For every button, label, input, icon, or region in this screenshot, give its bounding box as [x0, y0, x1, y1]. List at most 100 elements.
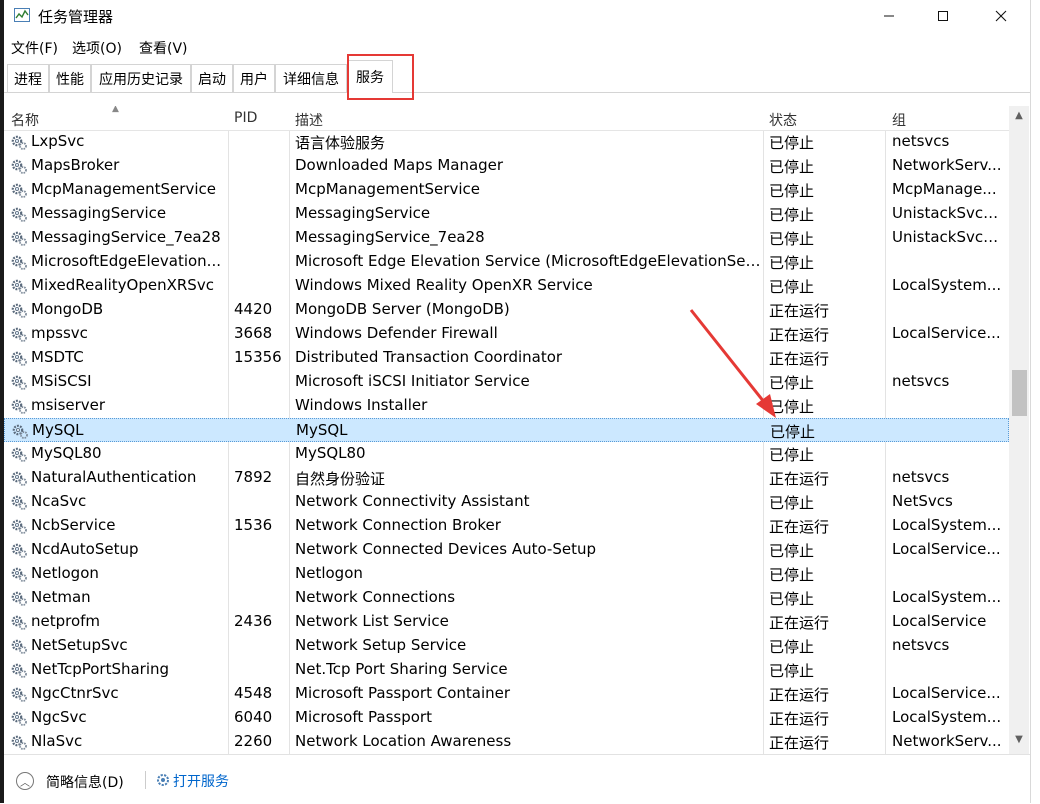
- service-name: MicrosoftEdgeElevation...: [31, 252, 221, 270]
- table-row[interactable]: NetSetupSvc Network Setup Service 已停止 netsv…: [4, 634, 1009, 658]
- table-row[interactable]: McpManagementService McpManagementService…: [4, 178, 1009, 202]
- service-status: 正在运行: [769, 734, 830, 752]
- menu-options[interactable]: 选项(O): [72, 38, 122, 58]
- service-group: NetSvcs: [892, 492, 953, 510]
- table-row[interactable]: MSiSCSI Microsoft iSCSI Initiator Service…: [4, 370, 1009, 394]
- service-status: 已停止: [769, 542, 815, 560]
- service-group: UnistackSvcG...: [892, 228, 1006, 246]
- table-row[interactable]: Netlogon Netlogon 已停止: [4, 562, 1009, 586]
- table-row[interactable]: MSDTC 15356 Distributed Transaction Coordi…: [4, 346, 1009, 370]
- table-row[interactable]: msiserver Windows Installer 已停止: [4, 394, 1009, 418]
- tab-app-history[interactable]: 应用历史记录: [91, 64, 191, 92]
- tab-details[interactable]: 详细信息: [275, 64, 347, 92]
- service-name: netprofm: [31, 612, 101, 630]
- table-row[interactable]: MessagingService_7ea28 MessagingService_7…: [4, 226, 1009, 250]
- header-description[interactable]: 描述: [295, 110, 323, 130]
- table-row[interactable]: LxpSvc 语言体验服务 已停止 netsvcs: [4, 130, 1009, 154]
- table-row[interactable]: MessagingService MessagingService 已停止 Unist…: [4, 202, 1009, 226]
- service-description: Windows Installer: [295, 396, 428, 414]
- open-services-link[interactable]: 打开服务: [173, 771, 229, 791]
- service-group: LocalService...: [892, 324, 1001, 342]
- service-name: MySQL: [32, 421, 84, 439]
- table-row[interactable]: NaturalAuthentication 7892 自然身份验证 正在运行 netsv…: [4, 466, 1009, 490]
- service-description: MongoDB Server (MongoDB): [295, 300, 510, 318]
- service-status: 已停止: [769, 566, 815, 584]
- service-pid: 7892: [234, 468, 273, 486]
- table-row[interactable]: NlaSvc 2260 Network Location Awareness 正在运行…: [4, 730, 1009, 754]
- service-description: Windows Mixed Reality OpenXR Service: [295, 276, 593, 294]
- service-group: netsvcs: [892, 636, 950, 654]
- header-pid[interactable]: PID: [234, 110, 257, 126]
- fewer-details-button[interactable]: 简略信息(D): [46, 772, 124, 792]
- service-name: NetSetupSvc: [31, 636, 128, 654]
- service-pid: 3668: [234, 324, 273, 342]
- service-description: 自然身份验证: [295, 470, 386, 488]
- header-group[interactable]: 组: [892, 110, 906, 130]
- service-name: MessagingService_7ea28: [31, 228, 221, 246]
- table-row[interactable]: Netman Network Connections 已停止 LocalSystem.…: [4, 586, 1009, 610]
- table-row[interactable]: NetTcpPortSharing Net.Tcp Port Sharing Se…: [4, 658, 1009, 682]
- header-status[interactable]: 状态: [769, 110, 797, 130]
- service-gear-icon: [10, 181, 28, 199]
- service-status: 已停止: [769, 446, 815, 464]
- service-gear-icon: [10, 133, 28, 151]
- window-title: 任务管理器: [38, 8, 114, 26]
- table-row[interactable]: NcaSvc Network Connectivity Assistant 已停止 N…: [4, 490, 1009, 514]
- service-gear-icon: [10, 637, 28, 655]
- service-name: NlaSvc: [31, 732, 83, 750]
- service-name: McpManagementService: [31, 180, 216, 198]
- service-gear-icon: [10, 445, 28, 463]
- minimize-button[interactable]: [866, 0, 912, 32]
- scrollbar-thumb[interactable]: [1012, 370, 1027, 416]
- tab-startup[interactable]: 启动: [191, 64, 233, 92]
- service-group: LocalSystem...: [892, 516, 1002, 534]
- service-name: NcdAutoSetup: [31, 540, 139, 558]
- service-description: Windows Defender Firewall: [295, 324, 498, 342]
- service-description: Network Location Awareness: [295, 732, 512, 750]
- vertical-scrollbar[interactable]: ▲ ▼: [1009, 106, 1029, 754]
- service-group: NetworkServ...: [892, 732, 1002, 750]
- menu-file[interactable]: 文件(F): [11, 38, 58, 58]
- menu-view[interactable]: 查看(V): [139, 38, 188, 58]
- table-row[interactable]: NgcCtnrSvc 4548 Microsoft Passport Contain…: [4, 682, 1009, 706]
- service-gear-icon: [10, 733, 28, 751]
- table-row[interactable]: MicrosoftEdgeElevation... Microsoft Edge …: [4, 250, 1009, 274]
- table-row[interactable]: netprofm 2436 Network List Service 正在运行 Loca…: [4, 610, 1009, 634]
- service-status: 已停止: [769, 254, 815, 272]
- services-table: ▲ 名称 PID 描述 状态 组 LxpSvc 语言体验服务 已停止 netsvcs M…: [4, 106, 1009, 754]
- service-group: NetworkServ...: [892, 156, 1002, 174]
- tab-performance[interactable]: 性能: [49, 64, 91, 92]
- service-status: 已停止: [769, 206, 815, 224]
- table-row[interactable]: mpssvc 3668 Windows Defender Firewall 正在运行 L…: [4, 322, 1009, 346]
- table-row[interactable]: MySQL MySQL 已停止: [4, 418, 1009, 442]
- service-description: Distributed Transaction Coordinator: [295, 348, 563, 366]
- table-row[interactable]: MongoDB 4420 MongoDB Server (MongoDB) 正在运行: [4, 298, 1009, 322]
- tab-users[interactable]: 用户: [233, 64, 275, 92]
- tab-strip: 进程 性能 应用历史记录 启动 用户 详细信息 服务: [4, 60, 1030, 93]
- service-description: Network List Service: [295, 612, 449, 630]
- service-group: netsvcs: [892, 372, 950, 390]
- table-row[interactable]: NgcSvc 6040 Microsoft Passport 正在运行 LocalSys…: [4, 706, 1009, 730]
- table-row[interactable]: MixedRealityOpenXRSvc Windows Mixed Reali…: [4, 274, 1009, 298]
- tab-processes[interactable]: 进程: [7, 64, 49, 92]
- scroll-up-icon[interactable]: ▲: [1009, 106, 1029, 124]
- table-row[interactable]: NcdAutoSetup Network Connected Devices Au…: [4, 538, 1009, 562]
- chevron-up-icon[interactable]: ︿: [16, 772, 34, 790]
- close-button[interactable]: [978, 0, 1024, 32]
- service-group: netsvcs: [892, 132, 950, 150]
- task-manager-icon: [14, 8, 30, 22]
- table-row[interactable]: MapsBroker Downloaded Maps Manager 已停止 Netw…: [4, 154, 1009, 178]
- maximize-button[interactable]: [920, 0, 966, 32]
- annotation-highlight-box: [347, 54, 414, 100]
- service-gear-icon: [10, 301, 28, 319]
- scroll-down-icon[interactable]: ▼: [1009, 730, 1029, 748]
- service-name: MongoDB: [31, 300, 104, 318]
- table-row[interactable]: MySQL80 MySQL80 已停止: [4, 442, 1009, 466]
- service-pid: 15356: [234, 348, 282, 366]
- header-name[interactable]: 名称: [11, 110, 39, 130]
- service-gear-icon: [10, 565, 28, 583]
- service-pid: 6040: [234, 708, 273, 726]
- services-gear-icon: [157, 774, 169, 786]
- minimize-icon: [884, 15, 894, 17]
- table-row[interactable]: NcbService 1536 Network Connection Broker 正…: [4, 514, 1009, 538]
